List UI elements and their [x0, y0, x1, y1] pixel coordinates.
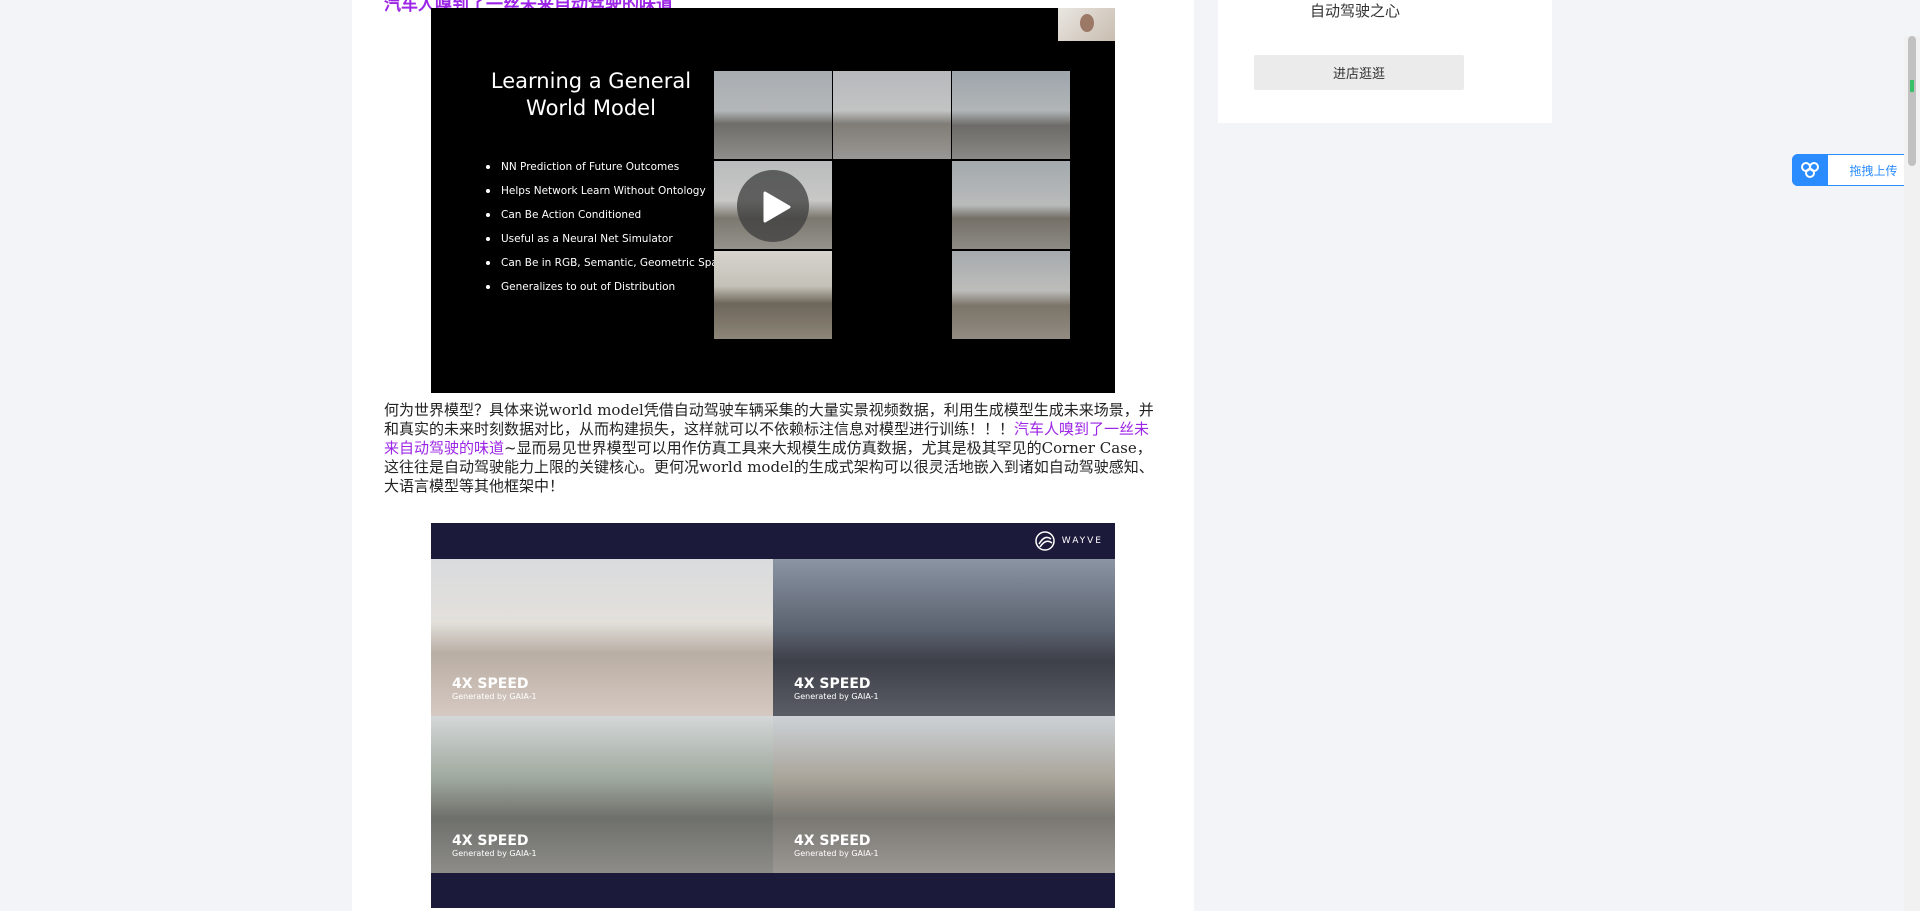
driving-frame-thumbnail: [952, 71, 1070, 159]
play-button[interactable]: [737, 170, 809, 242]
shop-name[interactable]: 自动驾驶之心: [1310, 0, 1400, 21]
video-slide-bullets: NN Prediction of Future Outcomes Helps N…: [486, 155, 736, 299]
slide-bullet: Helps Network Learn Without Ontology: [486, 179, 736, 203]
wayve-logo: WAYVE: [1034, 530, 1103, 552]
visit-shop-button[interactable]: 进店逛逛: [1254, 55, 1464, 90]
drag-upload-widget[interactable]: 拖拽上传: [1792, 154, 1920, 186]
article-paragraph: 何为世界模型？具体来说world model凭借自动驾驶车辆采集的大量实景视频数…: [384, 401, 1154, 495]
slide-bullet: Generalizes to out of Distribution: [486, 275, 736, 299]
video-slide-title: Learning a General World Model: [490, 69, 692, 120]
driving-frame-thumbnail: [833, 71, 951, 159]
video-player[interactable]: Learning a General World Model NN Predic…: [431, 8, 1115, 393]
gaia-generated-image: WAYVE 4X SPEED Generated by GAIA-1 4X SPE…: [431, 523, 1115, 908]
driving-frame-thumbnail: [952, 161, 1070, 249]
slide-bullet: Can Be in RGB, Semantic, Geometric Space…: [486, 251, 736, 275]
wayve-logo-icon: [1035, 531, 1055, 551]
page-scrollbar[interactable]: [1904, 36, 1920, 911]
slide-bullet: Useful as a Neural Net Simulator: [486, 227, 736, 251]
slide-bullet: NN Prediction of Future Outcomes: [486, 155, 736, 179]
generated-frame: 4X SPEED Generated by GAIA-1: [773, 559, 1115, 716]
speaker-webcam-thumbnail: [1058, 8, 1115, 41]
generated-frame: 4X SPEED Generated by GAIA-1: [431, 716, 773, 873]
driving-frame-thumbnail: [952, 251, 1070, 339]
driving-frame-thumbnail: [714, 71, 832, 159]
article-column: 汽车人嗅到了一丝未来自动驾驶的味道 Learning a General Wor…: [352, 0, 1194, 911]
baidu-netdisk-icon: [1792, 154, 1828, 186]
shop-card: 自动驾驶之心 进店逛逛: [1218, 0, 1552, 123]
scrollbar-thumb[interactable]: [1908, 36, 1916, 166]
play-icon: [763, 191, 791, 223]
driving-frame-thumbnail: [714, 251, 832, 339]
generated-frame: 4X SPEED Generated by GAIA-1: [773, 716, 1115, 873]
scroll-position-marker: [1910, 80, 1914, 92]
slide-bullet: Can Be Action Conditioned: [486, 203, 736, 227]
generated-frame: 4X SPEED Generated by GAIA-1: [431, 559, 773, 716]
